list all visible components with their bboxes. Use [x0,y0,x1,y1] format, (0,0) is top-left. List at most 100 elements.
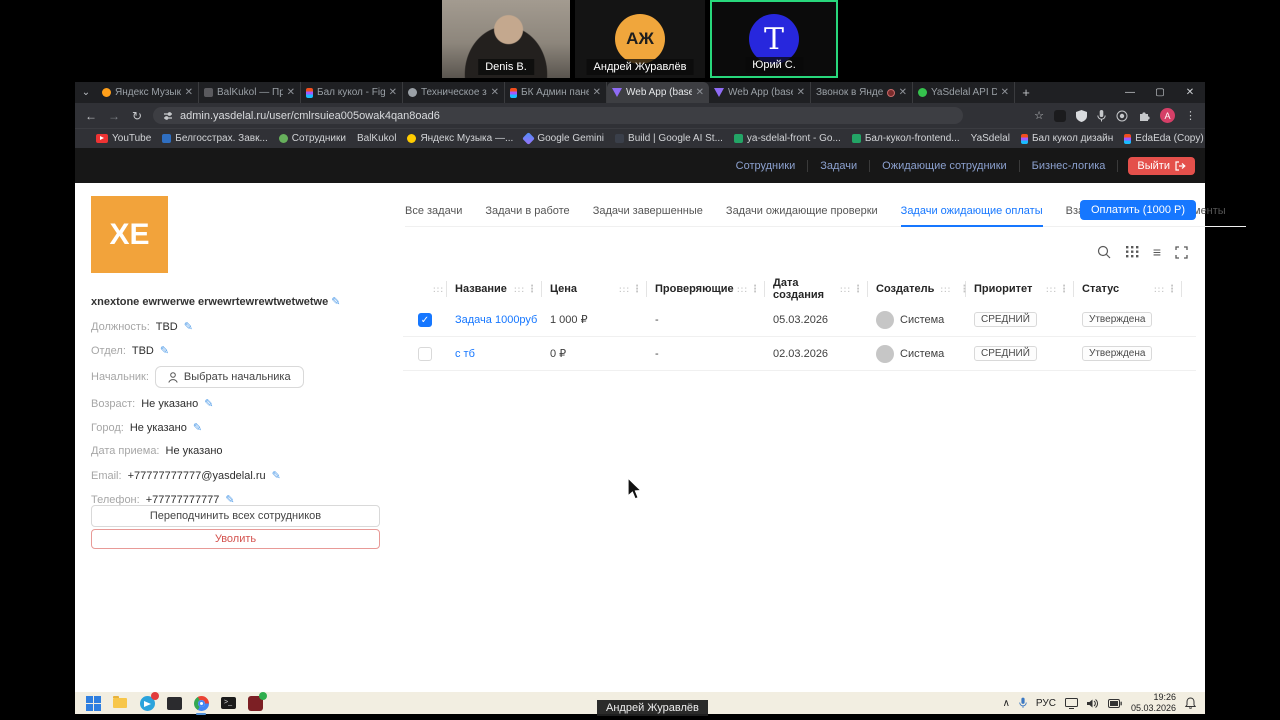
column-header[interactable]: Дата создания [773,277,840,301]
tab-close-icon[interactable]: ✕ [593,87,601,98]
tab-awaiting-payment[interactable]: Задачи ожидающие оплаты [900,205,1043,227]
task-link[interactable]: с тб [447,348,542,360]
mic-tray-icon[interactable] [1019,697,1027,709]
new-tab-button[interactable]: + [1015,82,1037,103]
browser-tab[interactable]: Бал кукол - Figma✕ [301,82,403,103]
edit-city-icon[interactable]: ✎ [193,421,202,434]
participant-tile[interactable]: АЖ Андрей Журавлёв [575,0,705,78]
edit-department-icon[interactable]: ✎ [160,344,169,357]
chrome-button[interactable] [193,695,209,715]
extension-icon[interactable] [1054,109,1066,122]
forward-button[interactable]: → [107,109,121,123]
app-button[interactable] [166,695,182,711]
clock[interactable]: 19:26 05.03.2026 [1131,692,1176,714]
reassign-all-button[interactable]: Переподчинить всех сотрудников [91,505,380,527]
browser-tab[interactable]: YaSdelal API Docume✕ [913,82,1015,103]
participant-tile-active-speaker[interactable]: Т Юрий С. [710,0,838,78]
tab-close-icon[interactable]: ✕ [1001,87,1009,98]
column-header[interactable]: Создатель [876,283,934,295]
task-link[interactable]: Задача 1000руб [447,314,542,326]
pay-button[interactable]: Оплатить (1000 Р) [1079,200,1196,220]
choose-manager-button[interactable]: Выбрать начальника [154,366,304,388]
window-close-button[interactable]: ✕ [1175,82,1205,103]
address-bar[interactable]: admin.yasdelal.ru/user/cmlrsuiea005owak4… [153,107,963,124]
browser-tab[interactable]: Звонок в Яндекс ✕ [811,82,913,103]
extensions-puzzle-icon[interactable] [1138,110,1150,122]
bookmark-item[interactable]: Белгосстрах. Завк... [162,133,268,144]
drag-handle-icon[interactable]: ::: [1046,285,1057,294]
browser-tab[interactable]: Техническое задани✕ [403,82,505,103]
column-menu-icon[interactable]: ⋮ [1059,284,1069,295]
bookmark-item[interactable]: Бал-кукол-frontend... [851,133,960,144]
table-row[interactable]: с тб 0 ₽ - 02.03.2026 Система СРЕДНИЙ Ут… [403,337,1196,371]
network-icon[interactable] [1064,697,1078,709]
fullscreen-icon[interactable] [1175,245,1188,259]
columns-icon[interactable] [1125,246,1139,258]
column-menu-icon[interactable]: ⋮ [750,284,760,295]
drag-handle-icon[interactable]: ::: [619,285,630,294]
start-button[interactable] [85,695,101,711]
back-button[interactable]: ← [84,109,98,123]
tab-in-progress[interactable]: Задачи в работе [485,205,569,217]
bookmark-item[interactable]: Яндекс Музыка —... [407,133,513,144]
browser-tab[interactable]: БК Админ панель (п✕ [505,82,607,103]
bookmark-item[interactable]: Бал кукол дизайн [1020,133,1113,144]
column-header[interactable]: Название [455,283,507,295]
drag-handle-icon[interactable]: ::: [433,285,444,294]
fire-button[interactable]: Уволить [91,529,380,549]
nav-business-logic[interactable]: Бизнес-логика [1020,159,1119,172]
column-menu-icon[interactable]: ⋮ [1167,284,1177,295]
bookmark-star-icon[interactable]: ☆ [1034,109,1044,122]
window-minimize-button[interactable]: — [1115,82,1145,103]
bookmark-item[interactable]: YouTube [96,133,151,144]
notification-bell-icon[interactable] [1185,697,1196,709]
browser-tab[interactable]: Яндекс Музыка — с✕ [97,82,199,103]
tab-awaiting-review[interactable]: Задачи ожидающие проверки [726,205,878,217]
bookmark-item[interactable]: ya-sdelal-front - Go... [733,133,841,144]
bookmark-item[interactable]: Build | Google AI St... [615,133,723,144]
column-header[interactable]: Цена [550,283,577,295]
speaker-icon[interactable] [1086,698,1099,709]
bookmark-item[interactable]: Google Gemini [522,132,604,145]
bookmark-item[interactable]: EdaEda (Copy) – Fig... [1124,133,1205,144]
nav-tasks[interactable]: Задачи [808,159,871,172]
column-menu-icon[interactable]: ⋮ [853,284,863,295]
drag-handle-icon[interactable]: ::: [737,285,748,294]
drag-handle-icon[interactable]: ::: [940,285,951,294]
tray-chevron-icon[interactable]: ∧ [1003,698,1010,709]
search-icon[interactable] [1097,245,1111,259]
row-checkbox-checked[interactable]: ✓ [418,312,432,327]
tab-all-tasks[interactable]: Все задачи [405,205,462,217]
column-menu-icon[interactable]: ⋮ [632,284,642,295]
record-extension-icon[interactable] [1116,110,1128,122]
file-explorer-button[interactable] [112,695,128,711]
participant-tile-video[interactable]: Denis B. [442,0,570,78]
mic-extension-icon[interactable] [1097,109,1106,122]
bookmark-item[interactable]: Сотрудники [278,133,346,144]
bookmark-item[interactable]: YaSdelal [971,133,1010,144]
password-shield-icon[interactable] [1076,109,1087,122]
browser-tab[interactable]: Web App (based on✕ [709,82,811,103]
edit-email-icon[interactable]: ✎ [272,469,281,482]
tab-completed[interactable]: Задачи завершенные [593,205,703,217]
tab-close-icon[interactable]: ✕ [696,87,704,98]
browser-avatar[interactable]: A [1160,108,1175,123]
column-header[interactable]: Статус [1082,283,1119,295]
nav-pending-employees[interactable]: Ожидающие сотрудники [870,159,1020,172]
drag-handle-icon[interactable]: ::: [840,285,851,294]
tab-search-chevron-icon[interactable]: ⌄ [75,82,97,103]
tab-close-icon[interactable]: ✕ [899,87,907,98]
bookmark-item[interactable]: BalKukol [357,133,396,144]
battery-icon[interactable] [1107,698,1122,708]
drag-handle-icon[interactable]: ::: [1154,285,1165,294]
tab-close-icon[interactable]: ✕ [797,87,805,98]
column-header[interactable]: Проверяющие [655,283,734,295]
terminal-button[interactable]: >_ [220,695,236,711]
window-maximize-button[interactable]: ▢ [1145,82,1175,103]
logout-button[interactable]: Выйти [1128,156,1195,175]
row-checkbox[interactable] [418,346,432,361]
browser-tab-active[interactable]: Web App (based on✕ [607,82,709,103]
nav-employees[interactable]: Сотрудники [724,159,809,172]
browser-tab[interactable]: BalKukol — Профиль✕ [199,82,301,103]
reload-button[interactable]: ↻ [130,109,144,123]
